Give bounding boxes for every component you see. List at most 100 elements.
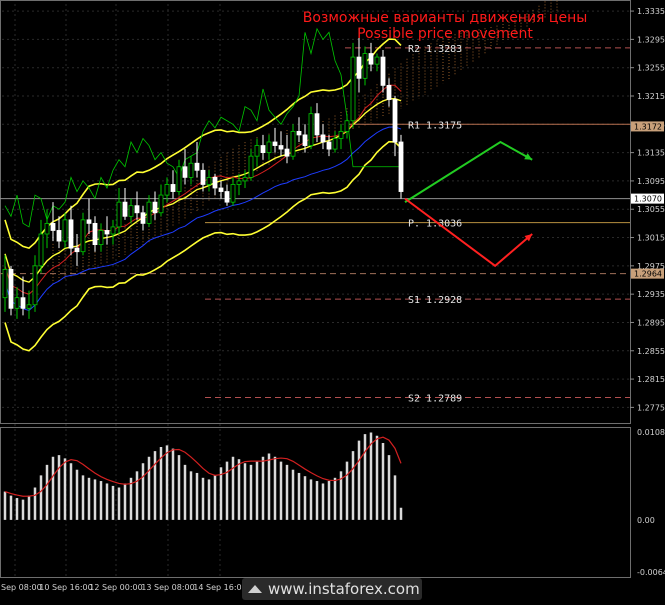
candle-body <box>182 166 188 178</box>
level-label-r1: R1 1.3175 <box>408 120 462 131</box>
candle-body <box>296 130 302 136</box>
y-tick-label: 1.3295 <box>637 35 665 44</box>
y-tick-label: 1.2815 <box>637 375 665 384</box>
candle-body <box>38 233 44 267</box>
x-tick-label: 10 Sep 08:00 <box>0 583 42 592</box>
candle-body <box>104 230 110 235</box>
y-tick-label: 1.2855 <box>637 347 665 356</box>
y-tick-label: 1.2895 <box>637 318 665 327</box>
candle-body <box>320 134 326 143</box>
candle-body <box>2 268 8 299</box>
candle-body <box>92 222 98 246</box>
candle-body <box>134 205 140 214</box>
y-tick-label: 1.3095 <box>637 177 665 186</box>
candles <box>2 35 404 319</box>
time-axis: 10 Sep 08:0010 Sep 16:0012 Sep 00:0013 S… <box>0 583 247 592</box>
candle-body <box>20 297 26 309</box>
candle-body <box>8 268 14 309</box>
candle-body <box>218 187 224 192</box>
price-axis: 1.33351.32951.32551.32151.31751.31351.30… <box>630 7 665 412</box>
candle-body <box>314 113 320 136</box>
kijun-line <box>4 126 402 311</box>
candle-body <box>74 247 80 253</box>
candle-body <box>212 176 218 189</box>
candle-body <box>392 99 398 143</box>
candle-body <box>230 184 236 203</box>
candle-body <box>152 201 158 214</box>
forecast-arrows <box>404 140 533 268</box>
y-tick-label: 1.3255 <box>637 64 665 73</box>
forecast-arrow-down <box>404 197 533 268</box>
x-tick-label: 13 Sep 08:00 <box>141 583 194 592</box>
chart-canvas: R2 1.3283R1 1.3175P. 1.3036S1 1.2928S2 1… <box>0 0 665 592</box>
candle-body <box>56 230 62 242</box>
chart-title-ru: Возможные варианты движения цены <box>303 10 588 26</box>
candle-body <box>344 120 350 132</box>
y-tick-label: 1.3055 <box>637 205 665 214</box>
candle-body <box>146 201 152 224</box>
price-box-label: 1.3172 <box>634 122 662 131</box>
chikou-line <box>4 27 401 228</box>
candle-body <box>224 191 230 203</box>
y-tick-label: 1.3335 <box>637 7 665 16</box>
level-label-r2: R2 1.3283 <box>408 44 462 55</box>
osc-tick-label: 0.00 <box>637 516 655 525</box>
oscillator-histogram: 0.01086 0.00 -0.00644 <box>3 428 665 577</box>
level-label-s2: S2 1.2789 <box>408 393 462 404</box>
osc-tick-label: -0.00644 <box>637 568 665 577</box>
candle-body <box>266 141 272 154</box>
y-tick-label: 1.3015 <box>637 234 665 243</box>
candle-body <box>68 219 74 249</box>
candle-body <box>116 201 122 228</box>
x-tick-label: 10 Sep 16:00 <box>39 583 92 592</box>
candle-body <box>356 56 362 79</box>
candle-body <box>170 184 176 192</box>
candle-body <box>62 219 68 242</box>
candle-body <box>140 212 146 224</box>
candle-body <box>98 230 104 246</box>
watermark-text: www.instaforex.com <box>268 580 420 598</box>
candle-body <box>32 265 38 306</box>
bollinger-upper-line <box>4 38 402 250</box>
candle-body <box>50 222 56 231</box>
candle-body <box>332 138 338 150</box>
level-label-s1: S1 1.2928 <box>408 295 462 306</box>
instaforex-logo-icon <box>248 585 262 593</box>
candle-body <box>128 205 134 217</box>
y-tick-label: 1.3135 <box>637 149 665 158</box>
x-tick-label: 14 Sep 16:00 <box>193 583 246 592</box>
candle-body <box>188 162 194 178</box>
candle-body <box>14 297 20 309</box>
candle-body <box>242 176 248 182</box>
candle-body <box>200 169 206 185</box>
price-box-label: 1.3070 <box>634 195 662 204</box>
candle-body <box>338 130 344 139</box>
candle-body <box>374 56 380 65</box>
y-tick-label: 1.2935 <box>637 290 665 299</box>
candle-body <box>158 194 164 214</box>
candle-body <box>26 304 32 309</box>
y-tick-label: 1.2775 <box>637 403 665 412</box>
candle-body <box>302 134 308 146</box>
candle-body <box>44 222 50 235</box>
candle-body <box>122 201 128 217</box>
price-panel-border <box>0 0 631 424</box>
candle-body <box>380 56 386 86</box>
candle-body <box>206 176 212 185</box>
candle-body <box>278 145 284 150</box>
osc-tick-label: 0.01086 <box>637 428 665 437</box>
candle-body <box>350 56 356 122</box>
candle-body <box>194 162 200 171</box>
candle-body <box>248 155 254 178</box>
candle-body <box>362 53 368 79</box>
candle-body <box>176 166 182 192</box>
candle-body <box>308 113 314 146</box>
candle-body <box>398 141 404 192</box>
candle-body <box>86 219 92 224</box>
candle-body <box>260 145 266 154</box>
candle-body <box>164 184 170 196</box>
watermark[interactable]: www.instaforex.com <box>242 578 422 600</box>
chart-title-en: Possible price movement <box>357 26 533 42</box>
candle-body <box>326 141 332 150</box>
candle-body <box>236 180 242 185</box>
